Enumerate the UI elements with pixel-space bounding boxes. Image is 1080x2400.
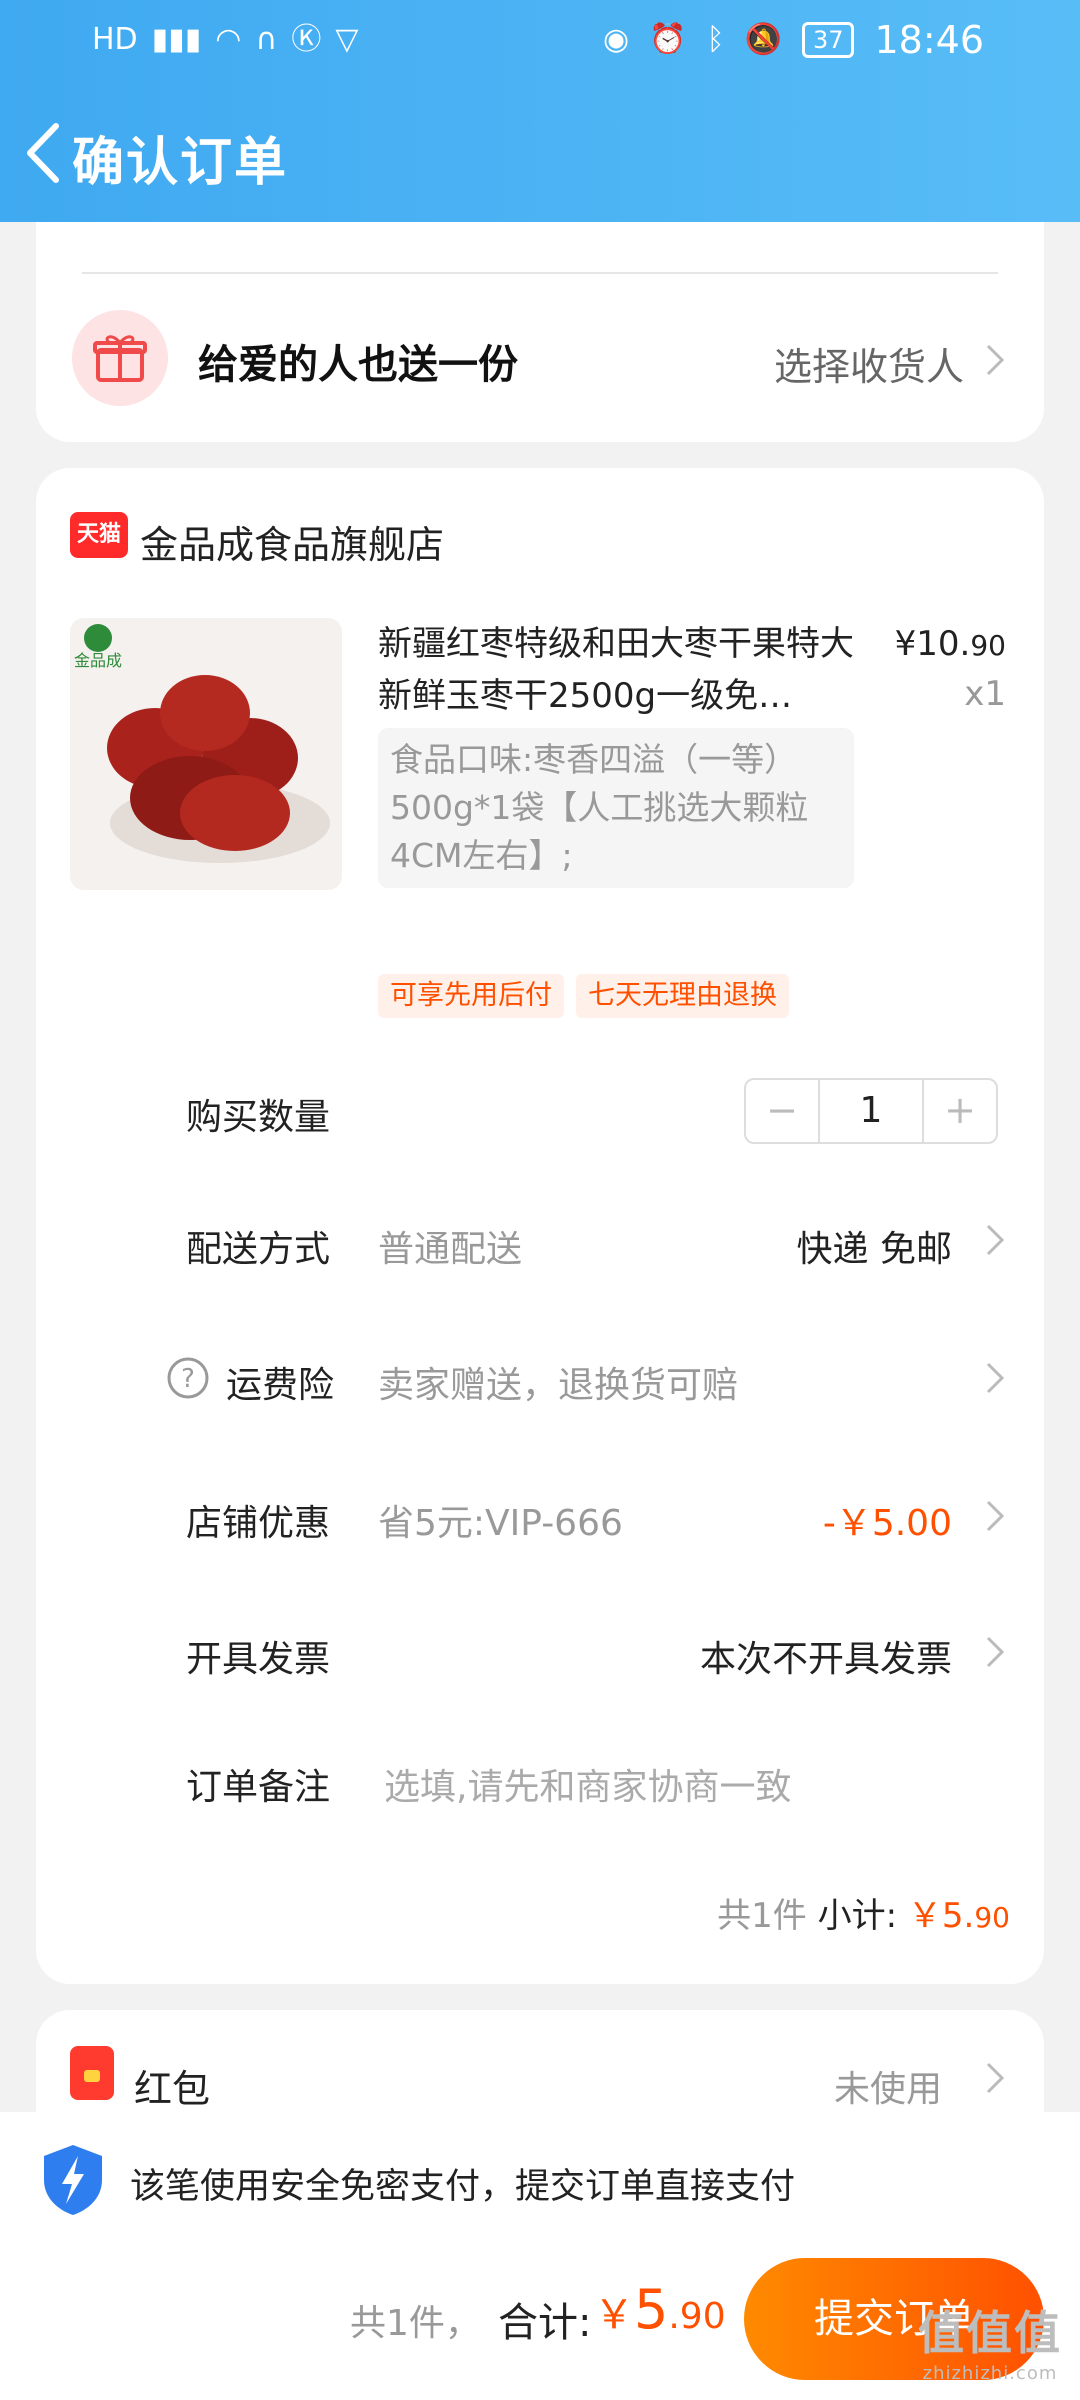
insurance-desc: 卖家赠送，退换货可赔: [378, 1365, 739, 1406]
clock: 18:46: [874, 18, 984, 62]
discount-label: 店铺优惠: [186, 1503, 331, 1544]
secure-shield-icon: [38, 2142, 108, 2218]
back-arrow-icon: [27, 123, 59, 183]
redpacket-icon: [70, 2046, 114, 2100]
watermark: 值值值 zhizhizhi.com: [918, 2297, 1062, 2384]
item-quantity: x1: [964, 674, 1006, 714]
subtotal-label: 小计:: [817, 1896, 898, 1936]
nav-header: 确认订单: [0, 100, 1080, 210]
redpacket-label: 红包: [134, 2067, 211, 2111]
subtotal-amount: ￥5.90: [907, 1896, 1010, 1936]
watermark-url: zhizhizhi.com: [922, 2363, 1058, 2384]
headphones-icon: ∩: [255, 22, 278, 57]
bluetooth-icon: ᛒ: [706, 22, 725, 57]
page-title: 确认订单: [72, 133, 289, 193]
chevron-right-icon: [982, 1496, 1008, 1536]
delivery-label: 配送方式: [186, 1229, 331, 1270]
divider: [82, 272, 998, 274]
invoice-value: 本次不开具发票: [699, 1639, 952, 1680]
top-header: HD ▮▮▮ ◠ ∩ Ⓚ ▽ ◉ ⏰ ᛒ 🔕 37 18:46 确认订单: [0, 0, 1080, 222]
subtotal-count: 共1件: [717, 1896, 807, 1936]
invoice-label: 开具发票: [186, 1639, 331, 1680]
quantity-stepper: − 1 +: [744, 1078, 998, 1144]
chevron-right-icon: [982, 1632, 1008, 1672]
watermark-logo: 值值值: [918, 2306, 1062, 2360]
order-card: 天猫 金品成食品旗舰店 金品成 新疆红枣特级和田大枣干果特大新鲜玉枣干2500g…: [36, 468, 1044, 1984]
mute-icon: 🔕: [744, 22, 782, 57]
help-icon[interactable]: ?: [166, 1356, 210, 1400]
decrease-button[interactable]: −: [746, 1080, 818, 1142]
status-bar: HD ▮▮▮ ◠ ∩ Ⓚ ▽ ◉ ⏰ ᛒ 🔕 37 18:46: [0, 0, 1080, 80]
delivery-method: 普通配送: [378, 1229, 523, 1270]
alarm-icon: ⏰: [649, 22, 687, 57]
gift-icon: [72, 310, 168, 406]
quantity-label: 购买数量: [186, 1097, 331, 1138]
secure-payment-text: 该笔使用安全免密支付，提交订单直接支付: [130, 2167, 796, 2207]
tag-7day-return: 七天无理由退换: [576, 974, 789, 1018]
shield-icon: ▽: [335, 22, 359, 57]
chevron-right-icon: [982, 340, 1008, 380]
k-icon: Ⓚ: [291, 22, 322, 57]
sku-spec[interactable]: 食品口味:枣香四溢（一等）500g*1袋【人工挑选大颗粒4CM左右】;: [378, 728, 854, 888]
hd-icon: HD: [92, 22, 138, 57]
svg-text:金品成: 金品成: [74, 651, 122, 670]
select-recipient-link[interactable]: 选择收货人: [774, 336, 964, 391]
store-name[interactable]: 金品成食品旗舰店: [140, 514, 444, 569]
subtotal: 共1件 小计: ￥5.90: [717, 1888, 1010, 1937]
tmall-logo: 天猫: [70, 512, 128, 558]
chevron-right-icon: [982, 1220, 1008, 1260]
unit-price: ¥10.90: [894, 624, 1006, 664]
delivery-value: 快递 免邮: [796, 1229, 952, 1270]
note-label: 订单备注: [186, 1767, 331, 1808]
increase-button[interactable]: +: [924, 1080, 996, 1142]
product-title[interactable]: 新疆红枣特级和田大枣干果特大新鲜玉枣干2500g一级免…: [378, 618, 858, 722]
battery-icon: 37: [801, 22, 855, 58]
tag-pay-later: 可享先用后付: [378, 974, 564, 1018]
total-count: 共1件，: [350, 2303, 481, 2344]
order-note-input[interactable]: 选填,请先和商家协商一致: [384, 1758, 791, 1810]
gift-title: 给爱的人也送一份: [198, 342, 518, 388]
total-amount: ￥5.90: [594, 2278, 726, 2341]
chevron-right-icon: [982, 1358, 1008, 1398]
gift-card[interactable]: 给爱的人也送一份 选择收货人: [36, 222, 1044, 442]
bottom-bar: 该笔使用安全免密支付，提交订单直接支付 共1件， 合计: ￥5.90 提交订单 …: [0, 2112, 1080, 2400]
product-image[interactable]: 金品成: [70, 618, 342, 890]
signal-icon: ▮▮▮: [151, 22, 202, 57]
redpacket-status: 未使用: [833, 2069, 942, 2110]
quantity-input[interactable]: 1: [818, 1080, 924, 1142]
service-tags: 可享先用后付 七天无理由退换: [378, 974, 789, 1018]
svg-text:?: ?: [181, 1364, 195, 1394]
discount-amount: -￥5.00: [822, 1503, 952, 1544]
insurance-label: 运费险: [226, 1365, 335, 1406]
back-button[interactable]: [16, 118, 76, 188]
eye-icon: ◉: [603, 22, 630, 57]
total-label: 合计:: [498, 2300, 592, 2346]
chevron-right-icon: [982, 2058, 1008, 2098]
wifi-icon: ◠: [215, 22, 242, 57]
discount-code: 省5元:VIP-666: [378, 1503, 623, 1544]
